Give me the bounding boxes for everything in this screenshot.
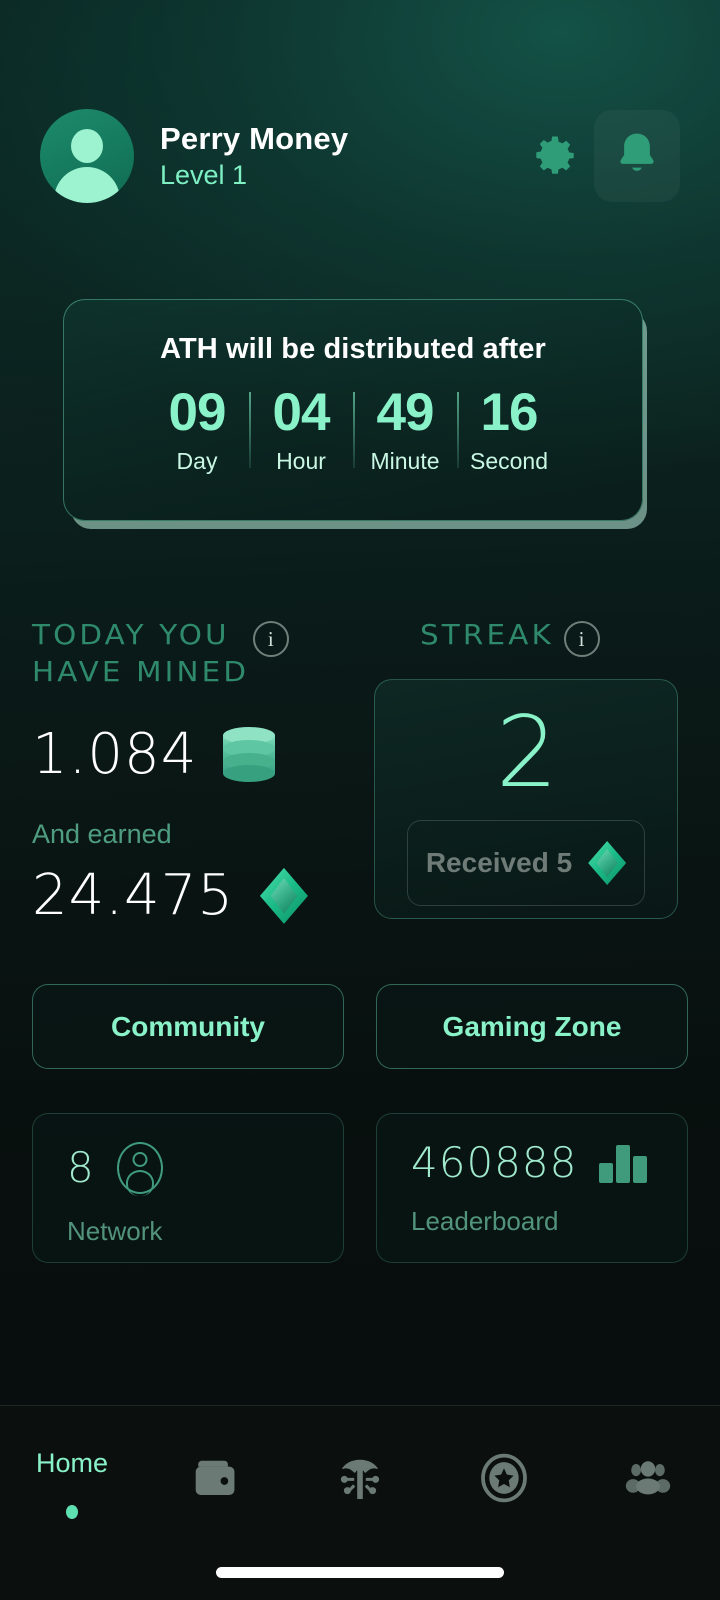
earned-amount: 24.475 — [32, 862, 234, 928]
gem-icon — [588, 841, 627, 885]
countdown-label-minute: Minute — [370, 448, 440, 475]
earned-label: And earned — [32, 818, 172, 849]
bottom-nav: Home — [0, 1406, 720, 1600]
user-level: Level 1 — [160, 160, 248, 191]
streak-section: STREAK i 2 Received 5 — [374, 617, 694, 919]
earned-amount-row: 24.475 — [32, 862, 362, 928]
bell-icon — [612, 129, 662, 183]
app-screen: Perry Money Level 1 ATH will be distribu… — [0, 0, 720, 1600]
countdown-segments: 09 Day 04 Hour 49 Minute 16 Second — [64, 383, 642, 475]
nav-item-rewards[interactable] — [432, 1436, 576, 1546]
bottom-nav-items: Home — [0, 1436, 720, 1546]
header-actions — [526, 110, 680, 202]
streak-count: 2 — [495, 696, 558, 810]
countdown-title: ATH will be distributed after — [160, 333, 546, 365]
countdown-segment-second: 16 Second — [457, 383, 561, 475]
countdown-value-second: 16 — [480, 383, 539, 442]
settings-button[interactable] — [526, 128, 582, 184]
streak-received-button[interactable]: Received 5 — [407, 820, 645, 906]
nav-item-mining[interactable] — [288, 1436, 432, 1546]
mined-heading-line2: HAVE MINED — [32, 654, 250, 688]
network-label: Network — [67, 1216, 163, 1246]
countdown-value-hour: 04 — [272, 383, 331, 442]
gaming-zone-button[interactable]: Gaming Zone — [376, 984, 688, 1069]
leaderboard-value: 460888 — [411, 1138, 578, 1187]
mined-heading: TODAY YOU HAVE MINED — [32, 617, 246, 691]
mined-heading-row: TODAY YOU HAVE MINED i — [32, 617, 362, 691]
countdown-label-day: Day — [176, 448, 218, 475]
bar-chart-bar-2 — [616, 1145, 631, 1183]
countdown-label-hour: Hour — [276, 448, 326, 475]
nav-item-wallet[interactable] — [144, 1436, 288, 1546]
countdown-segment-day: 09 Day — [145, 383, 249, 475]
mined-heading-line1: TODAY YOU — [32, 618, 230, 651]
action-buttons: Community Gaming Zone — [32, 984, 688, 1069]
nav-active-indicator — [66, 1505, 78, 1519]
streak-card: 2 Received 5 — [374, 679, 678, 919]
home-indicator — [216, 1567, 504, 1578]
streak-heading-row: STREAK i — [404, 617, 694, 657]
leaderboard-card[interactable]: 460888 Leaderboard — [376, 1113, 688, 1263]
notifications-button[interactable] — [594, 110, 680, 202]
gem-icon — [259, 867, 308, 924]
bar-chart-icon — [599, 1143, 648, 1183]
header: Perry Money Level 1 — [0, 96, 720, 216]
stat-cards: 8 Network 460888 Leaderboard — [32, 1113, 688, 1263]
avatar-body — [54, 167, 120, 203]
star-badge-icon — [475, 1450, 533, 1506]
bar-chart-bar-1 — [599, 1163, 614, 1183]
streak-info-icon[interactable]: i — [563, 621, 600, 657]
network-top: 8 — [67, 1142, 343, 1196]
streak-received-label: Received 5 — [425, 847, 573, 878]
community-button[interactable]: Community — [32, 984, 344, 1069]
countdown-card: ATH will be distributed after 09 Day 04 … — [63, 299, 643, 521]
wallet-icon — [187, 1450, 245, 1506]
countdown-value-minute: 49 — [376, 383, 435, 442]
pickaxe-mining-icon — [331, 1450, 389, 1506]
countdown-label-second: Second — [469, 448, 548, 475]
countdown-segment-minute: 49 Minute — [353, 383, 457, 475]
nav-item-home[interactable]: Home — [0, 1436, 144, 1546]
user-info: Perry Money Level 1 — [160, 121, 526, 192]
avatar[interactable] — [40, 109, 134, 203]
mined-amount-row: 1.084 — [32, 721, 362, 787]
person-icon-body — [125, 1170, 154, 1196]
leaderboard-top: 460888 — [411, 1142, 687, 1184]
gear-icon — [528, 130, 580, 182]
streak-heading: STREAK — [420, 618, 554, 651]
network-value: 8 — [67, 1143, 95, 1192]
mined-section: TODAY YOU HAVE MINED i 1.084 And earned … — [32, 617, 362, 924]
person-icon — [116, 1142, 163, 1196]
leaderboard-label: Leaderboard — [411, 1206, 559, 1236]
network-card[interactable]: 8 Network — [32, 1113, 344, 1263]
nav-item-friends[interactable] — [576, 1436, 720, 1546]
bar-chart-bar-3 — [633, 1156, 648, 1183]
avatar-head — [71, 129, 103, 163]
coin-stack-icon — [223, 726, 276, 783]
countdown-value-day: 09 — [168, 383, 227, 442]
mined-info-icon[interactable]: i — [252, 621, 289, 657]
nav-label-home: Home — [35, 1448, 109, 1478]
countdown-segment-hour: 04 Hour — [249, 383, 353, 475]
people-group-icon — [619, 1450, 677, 1506]
coin-stack-ring4 — [223, 764, 276, 782]
username: Perry Money — [160, 120, 349, 156]
person-icon-head — [132, 1152, 148, 1167]
mined-amount: 1.084 — [32, 721, 198, 787]
